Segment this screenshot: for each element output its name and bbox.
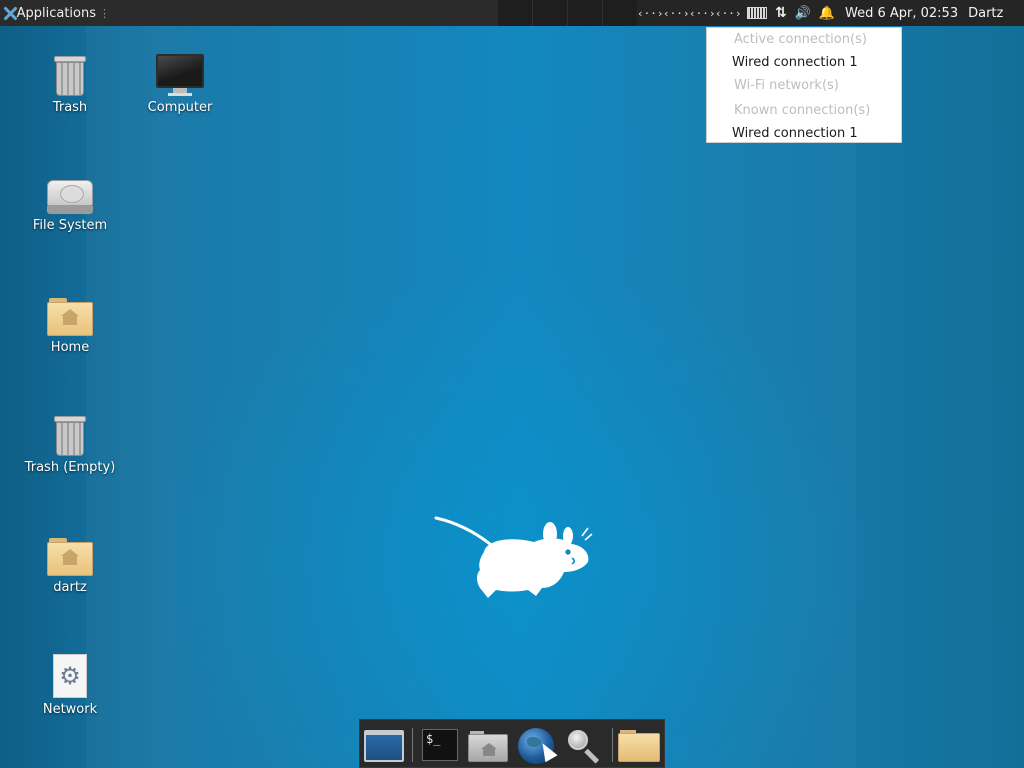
desktop-icon-network[interactable]: ⚙ Network (10, 654, 130, 717)
volume-icon[interactable]: 🔊 (791, 6, 815, 21)
window-button-slot[interactable] (603, 0, 640, 26)
active-connection-item[interactable]: Wired connection 1 (707, 53, 901, 73)
hard-drive-icon (47, 180, 93, 214)
trash-icon (54, 414, 86, 456)
xfce-mouse-mascot-icon (434, 516, 593, 598)
network-connection-icon[interactable]: ‹··› (637, 7, 664, 20)
wifi-networks-header: Wi-Fi network(s) (734, 78, 839, 93)
panel-clock[interactable]: Wed 6 Apr, 02:53 (845, 6, 958, 21)
network-connection-icon[interactable]: ‹··› (663, 7, 690, 20)
home-folder-icon (47, 298, 93, 336)
window-button-slot[interactable] (498, 0, 533, 26)
network-connection-icon[interactable]: ‹··› (689, 7, 716, 20)
trash-icon (54, 54, 86, 96)
show-desktop-button[interactable] (364, 726, 404, 764)
show-desktop-icon (364, 730, 404, 762)
bottom-dock: $_ (359, 719, 665, 768)
desktop-icon-label: Network (42, 702, 98, 717)
system-tray: ‹··› ‹··› ‹··› ‹··› ⇅ 🔊 🔔 Wed 6 Apr, 02:… (637, 0, 1024, 26)
gear-icon: ⚙ (59, 662, 81, 690)
magnifier-icon (568, 730, 588, 750)
file-manager-launcher[interactable] (468, 726, 508, 764)
app-finder-launcher[interactable] (564, 726, 604, 764)
user-menu[interactable]: Dartz (968, 6, 1003, 21)
applications-menu-button[interactable]: Applications ⋮ (0, 0, 110, 26)
home-folder-icon (47, 538, 93, 576)
applications-label: Applications (16, 5, 96, 21)
desktop-icon-computer[interactable]: Computer (120, 54, 240, 115)
known-connections-header: Known connection(s) (734, 103, 871, 118)
web-browser-launcher[interactable] (516, 726, 558, 764)
dock-separator (412, 728, 413, 762)
window-buttons (498, 0, 640, 26)
xfce-logo-icon (3, 6, 14, 21)
terminal-launcher[interactable]: $_ (422, 726, 462, 764)
desktop-icon-trash[interactable]: Trash (10, 54, 130, 115)
dock-separator (612, 728, 613, 762)
folder-icon (618, 733, 660, 762)
desktop-icon-label: Trash (52, 100, 88, 115)
desktop-icon-label: Home (50, 340, 90, 355)
desktop-icon-file-system[interactable]: File System (10, 174, 130, 233)
network-settings-icon: ⚙ (53, 654, 87, 698)
network-menu: Active connection(s) Wired connection 1 … (706, 27, 902, 143)
notification-bell-icon[interactable]: 🔔 (815, 6, 839, 21)
window-button-slot[interactable] (533, 0, 568, 26)
desktop-icon-label: Trash (Empty) (24, 460, 116, 475)
desktop-icon-label: dartz (53, 580, 87, 595)
folder-launcher[interactable] (618, 726, 660, 764)
panel-grip-icon: ⋮ (99, 6, 110, 20)
desktop-icon-dartz[interactable]: dartz (10, 534, 130, 595)
computer-icon (156, 54, 204, 96)
terminal-icon: $_ (422, 729, 458, 761)
network-connection-icon[interactable]: ‹··› (715, 7, 742, 20)
top-panel: Applications ⋮ ‹··› ‹··› ‹··› ‹··› ⇅ 🔊 🔔… (0, 0, 1024, 26)
desktop-icon-trash-empty[interactable]: Trash (Empty) (10, 414, 130, 475)
keyboard-layout-icon[interactable] (747, 7, 767, 19)
desktop-icon-label: Computer (147, 100, 213, 115)
desktop-icon-home[interactable]: Home (10, 294, 130, 355)
desktop-icon-label: File System (32, 218, 108, 233)
active-connections-header: Active connection(s) (734, 32, 867, 47)
window-button-slot[interactable] (568, 0, 603, 26)
network-manager-icon[interactable]: ⇅ (771, 5, 791, 21)
known-connection-item[interactable]: Wired connection 1 (707, 124, 901, 144)
